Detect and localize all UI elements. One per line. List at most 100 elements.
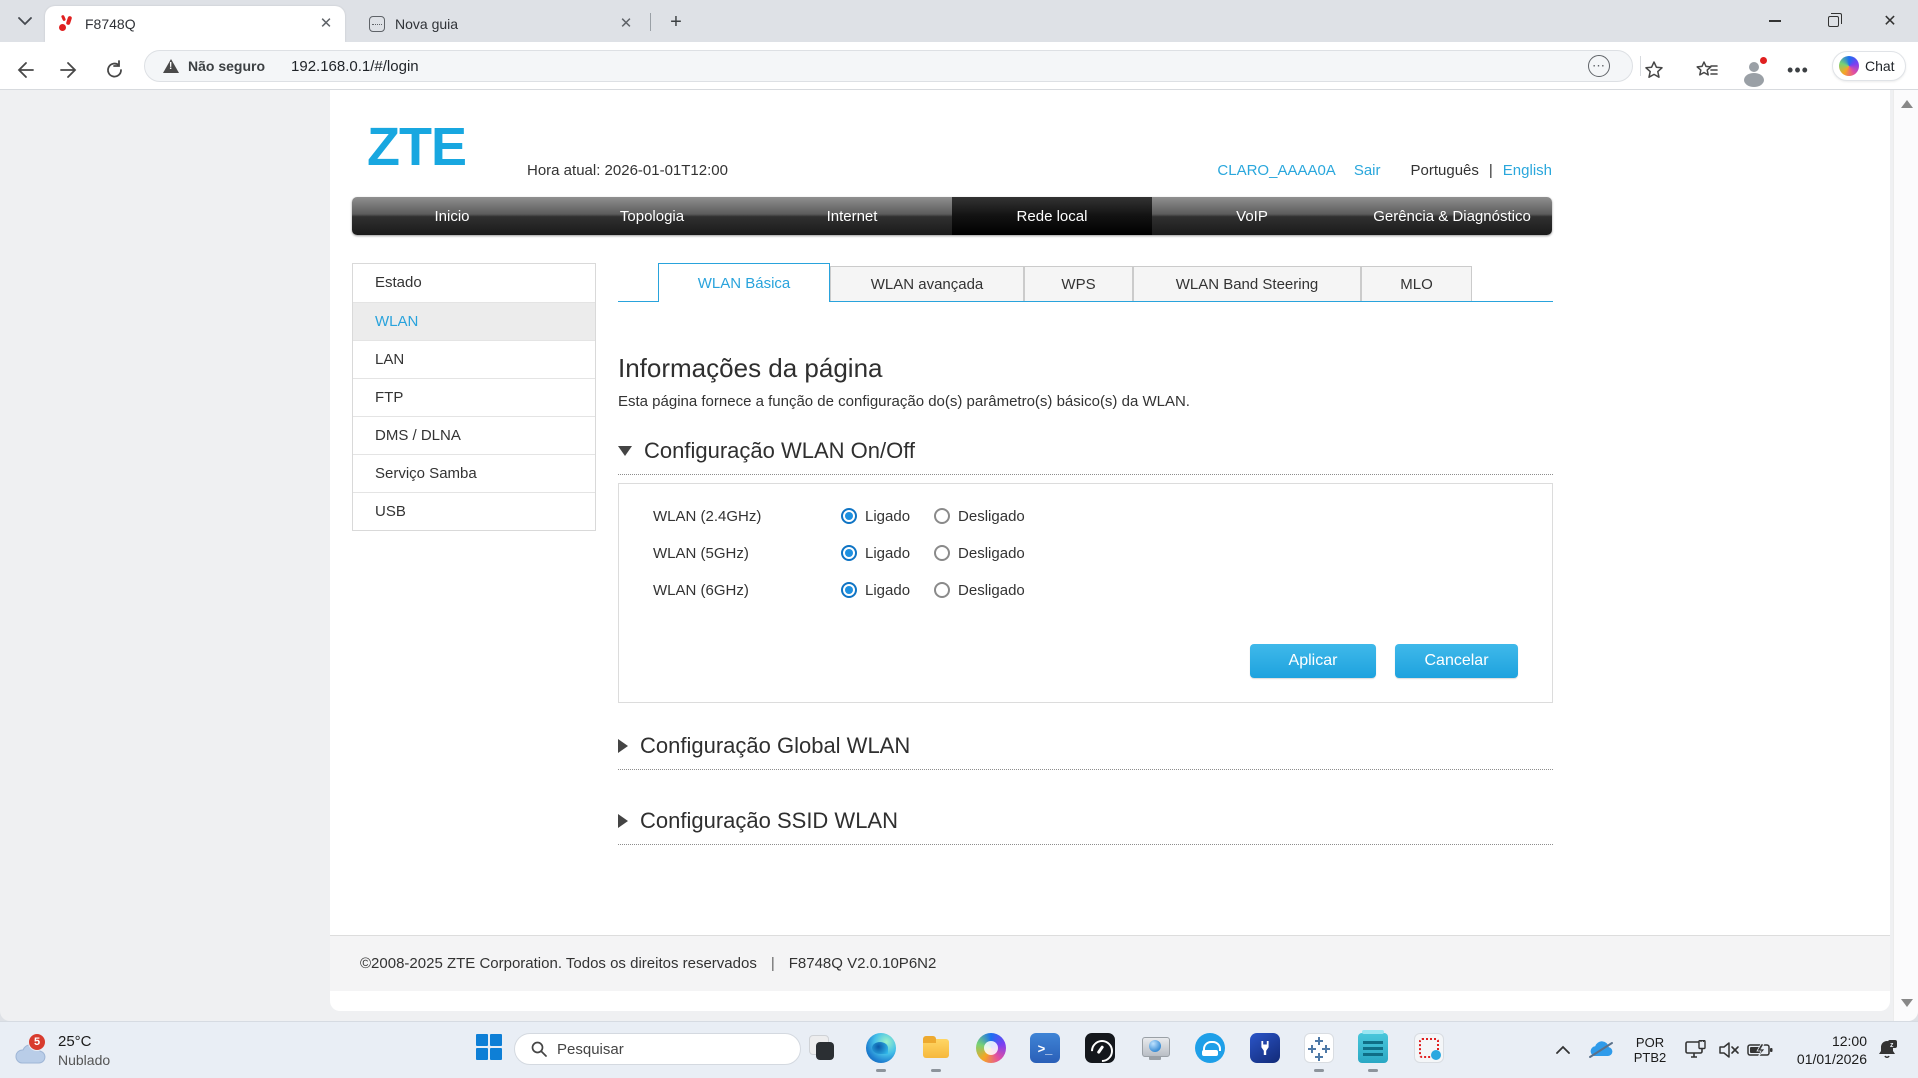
nav-item-gerencia[interactable]: Gerência & Diagnóstico bbox=[1352, 197, 1552, 235]
sidebar-item-lan[interactable]: LAN bbox=[353, 340, 595, 378]
powershell-icon[interactable]: >_ bbox=[1028, 1031, 1062, 1065]
section-title: Configuração Global WLAN bbox=[640, 733, 910, 759]
url-text[interactable]: 192.168.0.1/#/login bbox=[291, 58, 419, 75]
weather-widget[interactable]: 5 25°C Nublado bbox=[14, 1025, 174, 1075]
header-links: CLARO_AAAA0A Sair Português | English bbox=[1217, 162, 1552, 179]
sidebar-item-wlan[interactable]: WLAN bbox=[353, 302, 595, 340]
sidebar: Estado WLAN LAN FTP DMS / DLNA Serviço S… bbox=[352, 263, 596, 531]
nav-item-voip[interactable]: VoIP bbox=[1152, 197, 1352, 235]
nav-item-topologia[interactable]: Topologia bbox=[552, 197, 752, 235]
copilot-chat-button[interactable]: Chat bbox=[1832, 51, 1906, 81]
refresh-button[interactable] bbox=[99, 54, 131, 86]
nav-item-rede-local[interactable]: Rede local bbox=[952, 197, 1152, 235]
tab-mlo[interactable]: MLO bbox=[1361, 266, 1472, 302]
tab-wlan-avancada[interactable]: WLAN avançada bbox=[830, 266, 1024, 302]
page-scrollbar[interactable] bbox=[1893, 90, 1918, 1021]
radio-6ghz-desligado[interactable] bbox=[934, 582, 950, 598]
cancel-button[interactable]: Cancelar bbox=[1395, 644, 1518, 678]
volume-muted-icon[interactable] bbox=[1714, 1021, 1744, 1078]
tab-search-chevron-icon[interactable] bbox=[10, 8, 40, 34]
footer-copyright: ©2008-2025 ZTE Corporation. Todos os dir… bbox=[360, 955, 757, 972]
speedtest-icon[interactable] bbox=[1083, 1031, 1117, 1065]
copilot-taskbar-icon[interactable] bbox=[974, 1031, 1008, 1065]
window-restore-button[interactable] bbox=[1805, 0, 1861, 42]
tab-band-steering[interactable]: WLAN Band Steering bbox=[1133, 266, 1361, 302]
wlan-onoff-panel: WLAN (2.4GHz) Ligado Desligado WLAN (5GH… bbox=[618, 483, 1553, 703]
onedrive-paused-icon[interactable] bbox=[1586, 1021, 1616, 1078]
sidebar-item-usb[interactable]: USB bbox=[353, 492, 595, 530]
new-tab-page-icon bbox=[369, 16, 385, 32]
plugin-app-icon[interactable] bbox=[1248, 1031, 1282, 1065]
page-description: Esta página fornece a função de configur… bbox=[618, 393, 1190, 410]
sidebar-item-estado[interactable]: Estado bbox=[353, 264, 595, 302]
chat-label: Chat bbox=[1865, 58, 1895, 74]
scroll-up-icon[interactable] bbox=[1901, 100, 1913, 108]
tableau-icon[interactable] bbox=[1302, 1031, 1336, 1065]
section-ssid-wlan-header[interactable]: Configuração SSID WLAN bbox=[618, 808, 1553, 845]
tab-wlan-basica[interactable]: WLAN Básica bbox=[658, 263, 830, 302]
tab-title: F8748Q bbox=[85, 16, 317, 32]
task-view-button[interactable] bbox=[805, 1031, 839, 1065]
main-navigation: Inicio Topologia Internet Rede local VoI… bbox=[352, 197, 1552, 235]
browser-tab-inactive[interactable]: Nova guia ✕ bbox=[357, 9, 645, 39]
window-close-button[interactable]: ✕ bbox=[1862, 0, 1918, 42]
screen: F8748Q ✕ Nova guia ✕ + ✕ Não seguro 192.… bbox=[0, 0, 1918, 1078]
not-secure-warning-icon bbox=[163, 59, 179, 73]
browser-tab-active[interactable]: F8748Q ✕ bbox=[45, 6, 345, 42]
new-tab-button[interactable]: + bbox=[662, 9, 690, 35]
tray-clock[interactable]: 12:00 01/01/2026 bbox=[1777, 1021, 1867, 1078]
apply-button[interactable]: Aplicar bbox=[1250, 644, 1376, 678]
focus-assist-bell-icon[interactable]: z bbox=[1872, 1021, 1902, 1078]
section-wlan-onoff-header[interactable]: Configuração WLAN On/Off bbox=[618, 438, 1553, 475]
scroll-down-icon[interactable] bbox=[1901, 999, 1913, 1007]
clock-date: 01/01/2026 bbox=[1777, 1050, 1867, 1068]
site-permissions-icon[interactable]: ⋯ bbox=[1588, 55, 1610, 77]
file-explorer-icon[interactable] bbox=[919, 1031, 953, 1065]
profile-avatar[interactable] bbox=[1738, 54, 1770, 86]
router-app-icon[interactable] bbox=[1193, 1031, 1227, 1065]
forward-button[interactable] bbox=[54, 54, 86, 86]
camera-monitor-icon[interactable] bbox=[1138, 1031, 1172, 1065]
logout-link[interactable]: Sair bbox=[1354, 162, 1381, 179]
radio-6ghz-ligado[interactable] bbox=[841, 582, 857, 598]
sidebar-item-dms-dlna[interactable]: DMS / DLNA bbox=[353, 416, 595, 454]
sidebar-item-samba[interactable]: Serviço Samba bbox=[353, 454, 595, 492]
radio-24ghz-ligado[interactable] bbox=[841, 508, 857, 524]
radio-5ghz-desligado[interactable] bbox=[934, 545, 950, 561]
battery-charging-icon[interactable] bbox=[1745, 1021, 1775, 1078]
language-english[interactable]: English bbox=[1503, 162, 1552, 179]
cloud-icon: 5 bbox=[14, 1035, 50, 1065]
security-label: Não seguro bbox=[188, 58, 265, 74]
tray-language-switcher[interactable]: POR PTB2 bbox=[1629, 1021, 1671, 1078]
browser-menu-icon[interactable]: ••• bbox=[1782, 54, 1814, 86]
zte-favicon-icon bbox=[59, 16, 75, 32]
window-minimize-button[interactable] bbox=[1747, 0, 1803, 42]
sidebar-item-ftp[interactable]: FTP bbox=[353, 378, 595, 416]
radio-5ghz-ligado[interactable] bbox=[841, 545, 857, 561]
start-button[interactable] bbox=[476, 1034, 504, 1062]
nav-item-inicio[interactable]: Inicio bbox=[352, 197, 552, 235]
network-tray-icon[interactable] bbox=[1681, 1021, 1711, 1078]
language-portuguese[interactable]: Português bbox=[1411, 162, 1479, 179]
tray-chevron-up[interactable] bbox=[1548, 1021, 1578, 1078]
taskbar-search[interactable]: Pesquisar bbox=[514, 1033, 801, 1065]
favorites-list-icon[interactable] bbox=[1691, 54, 1723, 86]
tab-close-icon[interactable]: ✕ bbox=[617, 15, 635, 33]
favorite-star-icon[interactable] bbox=[1638, 54, 1670, 86]
page-title: Informações da página bbox=[618, 353, 883, 384]
tab-wps[interactable]: WPS bbox=[1024, 266, 1133, 302]
radio-24ghz-desligado[interactable] bbox=[934, 508, 950, 524]
edge-taskbar-icon[interactable] bbox=[864, 1031, 898, 1065]
address-bar[interactable]: Não seguro 192.168.0.1/#/login ⋯ bbox=[144, 50, 1633, 82]
keyboard-layout: PTB2 bbox=[1629, 1050, 1671, 1065]
tab-close-icon[interactable]: ✕ bbox=[317, 15, 335, 33]
profile-alert-dot bbox=[1759, 56, 1768, 65]
section-global-wlan-header[interactable]: Configuração Global WLAN bbox=[618, 733, 1553, 770]
back-button[interactable] bbox=[8, 54, 40, 86]
snipping-tool-icon[interactable] bbox=[1412, 1031, 1446, 1065]
notepad-icon[interactable] bbox=[1356, 1031, 1390, 1065]
router-page: ZTE Hora atual: 2026-01-01T12:00 CLARO_A… bbox=[330, 90, 1890, 1011]
ssid-link[interactable]: CLARO_AAAA0A bbox=[1217, 162, 1335, 179]
language-code: POR bbox=[1629, 1035, 1671, 1050]
nav-item-internet[interactable]: Internet bbox=[752, 197, 952, 235]
